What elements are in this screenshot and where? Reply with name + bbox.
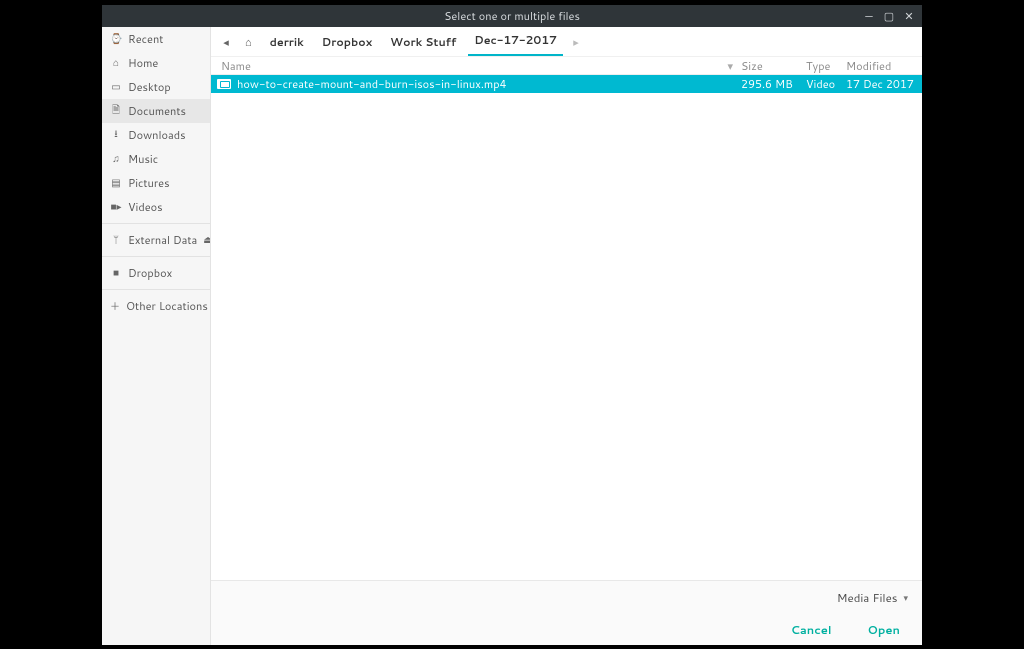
- document-icon: 🗎: [110, 103, 122, 120]
- sidebar: ⌚ Recent ⌂ Home ▭ Desktop 🗎 Documents ⭳ …: [102, 27, 211, 645]
- footer: Media Files ▾ Cancel Open: [211, 580, 922, 645]
- column-header-row: Name ▾ Size Type Modified: [211, 57, 922, 75]
- file-modified: 17 Dec 2017: [846, 76, 916, 92]
- download-icon: ⭳: [110, 127, 122, 144]
- sidebar-item-label: Videos: [128, 199, 163, 215]
- titlebar: Select one or multiple files — ▢ ✕: [102, 5, 922, 27]
- breadcrumb[interactable]: Dropbox: [316, 30, 378, 54]
- sidebar-item-other-locations[interactable]: ＋ Other Locations: [102, 294, 210, 318]
- file-list: how-to-create-mount-and-burn-isos-in-lin…: [211, 75, 922, 580]
- sort-indicator-icon: ▾: [727, 58, 741, 74]
- sidebar-separator: [102, 289, 210, 290]
- file-type-filter[interactable]: Media Files ▾: [837, 589, 908, 606]
- sidebar-item-label: Recent: [128, 31, 163, 47]
- sidebar-item-pictures[interactable]: ▤ Pictures: [102, 171, 210, 195]
- pathbar: ◂ ⌂ derrik Dropbox Work Stuff Dec-17-201…: [211, 27, 922, 57]
- sidebar-item-desktop[interactable]: ▭ Desktop: [102, 75, 210, 99]
- forward-button[interactable]: ▸: [569, 34, 583, 50]
- sidebar-item-label: Home: [128, 55, 158, 71]
- filter-label: Media Files: [837, 589, 898, 606]
- sidebar-item-videos[interactable]: ■▸ Videos: [102, 195, 210, 219]
- sidebar-separator: [102, 223, 210, 224]
- plus-icon: ＋: [110, 298, 120, 314]
- desktop-icon: ▭: [110, 80, 122, 94]
- eject-icon[interactable]: ⏏: [203, 233, 211, 247]
- video-file-icon: [217, 79, 231, 89]
- column-header-name[interactable]: Name ▾: [217, 58, 741, 74]
- chevron-down-icon: ▾: [903, 591, 908, 604]
- sidebar-item-label: Music: [128, 151, 158, 167]
- column-header-modified[interactable]: Modified: [846, 58, 916, 74]
- window-controls: — ▢ ✕: [862, 5, 916, 27]
- usb-icon: ᛘ: [110, 233, 122, 247]
- breadcrumb-current[interactable]: Dec-17-2017: [468, 28, 563, 56]
- breadcrumb[interactable]: Work Stuff: [384, 30, 462, 54]
- sidebar-item-documents[interactable]: 🗎 Documents: [102, 99, 210, 123]
- file-chooser-window: Select one or multiple files — ▢ ✕ ⌚ Rec…: [102, 5, 922, 645]
- file-size: 295.6 MB: [741, 76, 806, 92]
- sidebar-item-home[interactable]: ⌂ Home: [102, 51, 210, 75]
- close-button[interactable]: ✕: [902, 8, 916, 24]
- open-button[interactable]: Open: [860, 617, 908, 642]
- sidebar-item-label: Downloads: [128, 127, 186, 143]
- main-panel: ◂ ⌂ derrik Dropbox Work Stuff Dec-17-201…: [211, 27, 922, 645]
- cancel-button[interactable]: Cancel: [783, 617, 840, 642]
- sidebar-item-label: Pictures: [128, 175, 170, 191]
- video-icon: ■▸: [110, 200, 122, 214]
- column-header-type[interactable]: Type: [806, 58, 846, 74]
- music-icon: ♫: [110, 152, 122, 166]
- folder-icon: ■: [110, 266, 122, 280]
- column-header-size[interactable]: Size: [741, 58, 806, 74]
- sidebar-item-label: Other Locations: [126, 298, 208, 314]
- column-label: Name: [221, 58, 251, 74]
- file-row[interactable]: how-to-create-mount-and-burn-isos-in-lin…: [211, 75, 922, 93]
- minimize-button[interactable]: —: [862, 8, 876, 24]
- sidebar-item-label: Dropbox: [128, 265, 172, 281]
- file-type: Video: [806, 76, 846, 92]
- sidebar-item-downloads[interactable]: ⭳ Downloads: [102, 123, 210, 147]
- home-crumb-icon[interactable]: ⌂: [239, 30, 258, 54]
- picture-icon: ▤: [110, 176, 122, 190]
- sidebar-item-music[interactable]: ♫ Music: [102, 147, 210, 171]
- home-icon: ⌂: [110, 56, 122, 70]
- sidebar-item-label: External Data: [128, 232, 197, 248]
- sidebar-item-recent[interactable]: ⌚ Recent: [102, 27, 210, 51]
- breadcrumb[interactable]: derrik: [264, 30, 310, 54]
- back-button[interactable]: ◂: [219, 34, 233, 50]
- window-title: Select one or multiple files: [444, 8, 580, 24]
- sidebar-item-external-data[interactable]: ᛘ External Data ⏏: [102, 228, 210, 252]
- sidebar-item-label: Desktop: [128, 79, 171, 95]
- file-name: how-to-create-mount-and-burn-isos-in-lin…: [237, 76, 741, 92]
- clock-icon: ⌚: [110, 32, 122, 46]
- sidebar-separator: [102, 256, 210, 257]
- maximize-button[interactable]: ▢: [882, 8, 896, 24]
- sidebar-item-label: Documents: [128, 103, 186, 119]
- window-body: ⌚ Recent ⌂ Home ▭ Desktop 🗎 Documents ⭳ …: [102, 27, 922, 645]
- sidebar-item-dropbox[interactable]: ■ Dropbox: [102, 261, 210, 285]
